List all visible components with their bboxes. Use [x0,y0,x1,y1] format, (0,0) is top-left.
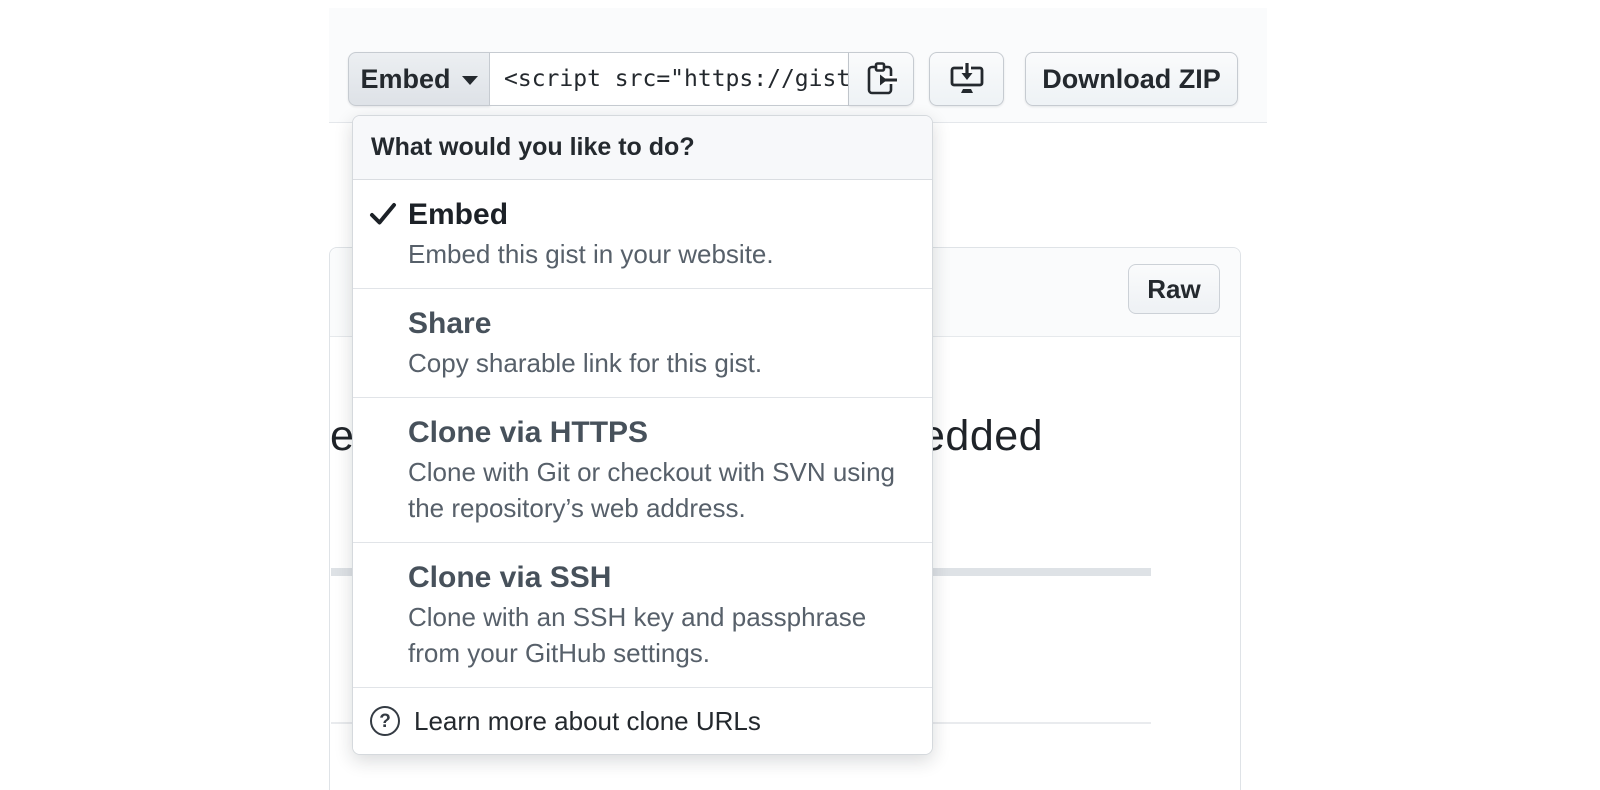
hidden-content-text-right: edded [921,412,1043,461]
embed-button-group: Embed [348,52,914,106]
menu-item-clone-ssh[interactable]: Clone via SSH Clone with an SSH key and … [353,543,932,688]
menu-item-description: Clone with an SSH key and passphrase fro… [408,599,906,671]
menu-item-title: Clone via HTTPS [408,414,906,451]
check-icon [369,201,397,227]
menu-item-description: Clone with Git or checkout with SVN usin… [408,454,906,526]
raw-button[interactable]: Raw [1128,264,1220,314]
learn-more-label: Learn more about clone URLs [414,703,761,739]
menu-item-embed[interactable]: Embed Embed this gist in your website. [353,180,932,289]
menu-item-title: Embed [408,196,906,233]
caret-down-icon [462,76,478,85]
clipboard-copy-icon [864,61,898,97]
embed-toggle-label: Embed [360,64,450,95]
gist-page: Embed [0,0,1600,790]
embed-code-input[interactable] [490,52,849,106]
hidden-content-text-left: e [330,412,354,461]
menu-item-title: Share [408,305,906,342]
menu-item-description: Copy sharable link for this gist. [408,345,906,381]
dropdown-header: What would you like to do? [353,116,932,180]
menu-item-title: Clone via SSH [408,559,906,596]
learn-more-clone-urls-link[interactable]: ? Learn more about clone URLs [353,688,932,754]
download-zip-button[interactable]: Download ZIP [1025,52,1238,106]
embed-options-dropdown: What would you like to do? Embed Embed t… [352,115,933,755]
copy-to-clipboard-button[interactable] [849,52,914,106]
menu-item-description: Embed this gist in your website. [408,236,906,272]
desktop-download-icon [949,62,985,96]
question-icon: ? [370,706,400,736]
download-zip-label: Download ZIP [1042,64,1221,95]
download-button[interactable] [929,52,1004,106]
embed-dropdown-toggle[interactable]: Embed [348,52,490,106]
menu-item-clone-https[interactable]: Clone via HTTPS Clone with Git or checko… [353,398,932,543]
menu-item-share[interactable]: Share Copy sharable link for this gist. [353,289,932,398]
